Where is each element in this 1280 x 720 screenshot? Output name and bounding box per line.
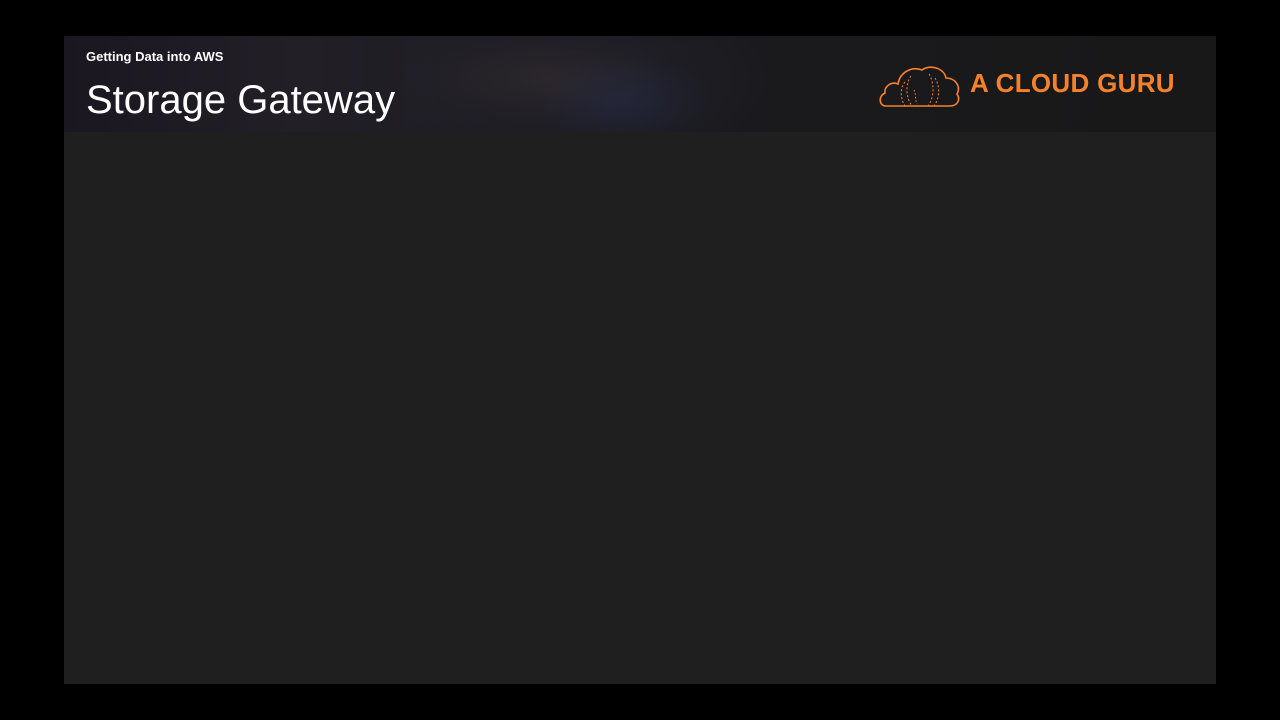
brand-logo-text: A CLOUD GURU	[970, 68, 1175, 98]
cloud-logo-icon	[879, 66, 960, 107]
slide: Getting Data into AWS Storage Gateway A …	[64, 36, 1216, 684]
slide-subtitle: Getting Data into AWS	[86, 49, 224, 64]
slide-content-area	[64, 132, 1216, 684]
slide-title: Storage Gateway	[86, 78, 396, 122]
header-background-photo-accent	[534, 56, 714, 132]
brand-logo: A CLOUD GURU	[878, 60, 1188, 110]
slide-header: Getting Data into AWS Storage Gateway A …	[64, 36, 1216, 132]
